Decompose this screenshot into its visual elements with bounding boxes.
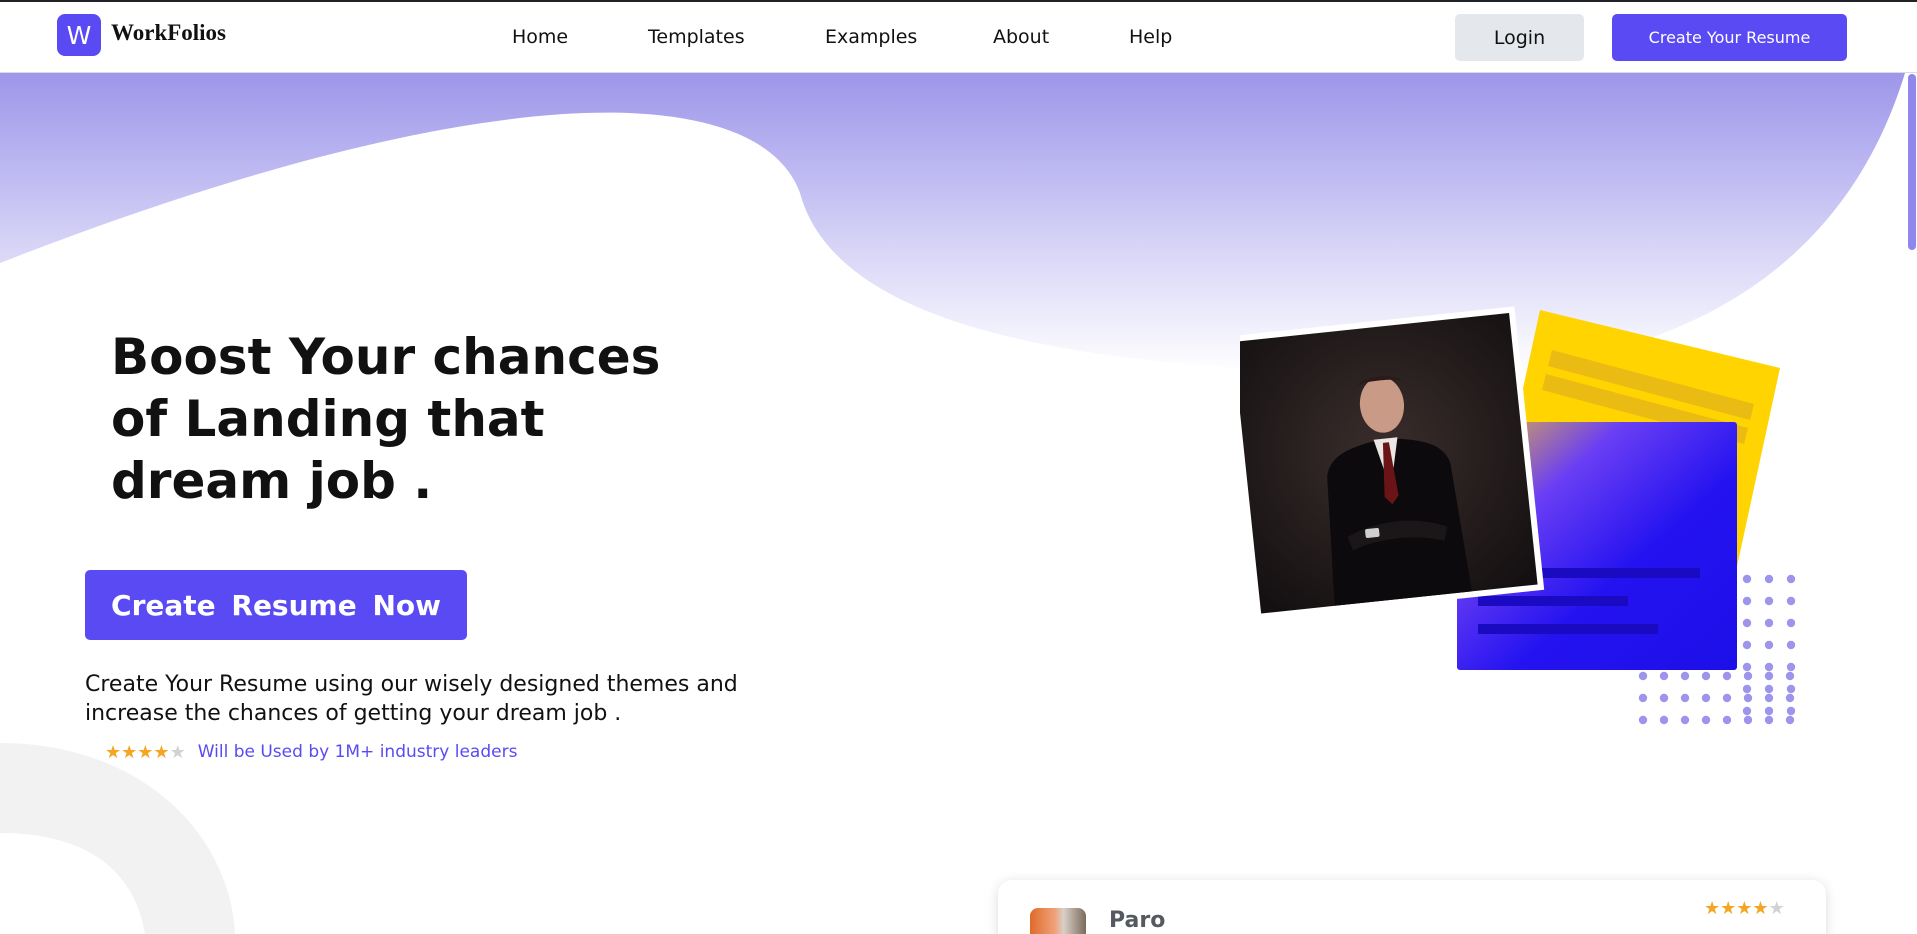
dot bbox=[1785, 693, 1795, 703]
star-filled-icon: ★ bbox=[1752, 898, 1769, 919]
dot bbox=[1638, 715, 1648, 725]
dot bbox=[1785, 715, 1795, 725]
hero-rating: ★★★★★ Will be Used by 1M+ industry leade… bbox=[105, 738, 517, 766]
nav-templates[interactable]: Templates bbox=[648, 26, 745, 48]
dot bbox=[1659, 715, 1669, 725]
dot bbox=[1701, 715, 1711, 725]
testimonial-avatar bbox=[1030, 908, 1086, 934]
dot bbox=[1764, 706, 1774, 716]
star-filled-icon: ★ bbox=[1720, 898, 1737, 919]
nav-examples[interactable]: Examples bbox=[825, 26, 917, 48]
dot bbox=[1701, 693, 1711, 703]
nav-help[interactable]: Help bbox=[1129, 26, 1172, 48]
testimonial-stars-icon: ★★★★★ bbox=[1704, 898, 1785, 919]
dot bbox=[1764, 671, 1774, 681]
dot bbox=[1764, 618, 1774, 628]
star-filled-icon: ★ bbox=[1704, 898, 1721, 919]
dot bbox=[1786, 706, 1796, 716]
star-filled-icon: ★ bbox=[121, 741, 138, 763]
dot bbox=[1638, 671, 1648, 681]
dot bbox=[1764, 574, 1774, 584]
create-resume-now-button[interactable]: Create Resume Now bbox=[85, 570, 467, 640]
dot bbox=[1764, 596, 1774, 606]
logo-badge[interactable]: W bbox=[57, 14, 101, 56]
dot bbox=[1743, 693, 1753, 703]
testimonial-name: Paro bbox=[1109, 908, 1166, 933]
dot bbox=[1680, 671, 1690, 681]
nav-about[interactable]: About bbox=[993, 26, 1049, 48]
rating-text: Will be Used by 1M+ industry leaders bbox=[197, 742, 518, 762]
dot bbox=[1743, 671, 1753, 681]
dot bbox=[1764, 715, 1774, 725]
dot bbox=[1742, 684, 1752, 694]
scrollbar-thumb[interactable] bbox=[1908, 74, 1916, 250]
rating-stars-icon: ★★★★★ bbox=[105, 742, 186, 763]
dot bbox=[1764, 684, 1774, 694]
create-resume-button[interactable]: Create Your Resume bbox=[1612, 14, 1847, 61]
star-filled-icon: ★ bbox=[105, 741, 122, 763]
star-filled-icon: ★ bbox=[137, 741, 154, 763]
hero-subtext: Create Your Resume using our wisely desi… bbox=[85, 672, 738, 726]
dot bbox=[1742, 596, 1752, 606]
dot bbox=[1722, 671, 1732, 681]
nav-home[interactable]: Home bbox=[512, 26, 568, 48]
dot bbox=[1659, 671, 1669, 681]
navbar: W WorkFolios Home Templates Examples Abo… bbox=[0, 2, 1917, 73]
dot bbox=[1764, 693, 1774, 703]
dot bbox=[1742, 574, 1752, 584]
star-empty-icon: ★ bbox=[169, 741, 186, 763]
dot bbox=[1680, 693, 1690, 703]
dot bbox=[1786, 596, 1796, 606]
dot bbox=[1786, 662, 1796, 672]
dot bbox=[1701, 671, 1711, 681]
dot bbox=[1659, 693, 1669, 703]
profile-photo bbox=[1240, 306, 1545, 621]
dot bbox=[1638, 693, 1648, 703]
decor-arc bbox=[0, 743, 235, 934]
brand-name[interactable]: WorkFolios bbox=[111, 20, 226, 46]
star-filled-icon: ★ bbox=[1736, 898, 1753, 919]
dot bbox=[1742, 662, 1752, 672]
dot bbox=[1786, 684, 1796, 694]
hero-illustration bbox=[1240, 306, 1796, 725]
dot bbox=[1742, 640, 1752, 650]
hero-headline: Boost Your chances of Landing that dream… bbox=[111, 328, 661, 510]
testimonial-card: Paro ★★★★★ bbox=[998, 880, 1826, 934]
dot bbox=[1786, 574, 1796, 584]
star-filled-icon: ★ bbox=[153, 741, 170, 763]
page: W WorkFolios Home Templates Examples Abo… bbox=[0, 0, 1917, 934]
dot bbox=[1764, 662, 1774, 672]
dot bbox=[1742, 706, 1752, 716]
dot bbox=[1680, 715, 1690, 725]
dot bbox=[1786, 618, 1796, 628]
dot bbox=[1722, 693, 1732, 703]
dot bbox=[1722, 715, 1732, 725]
dot bbox=[1785, 671, 1795, 681]
login-button[interactable]: Login bbox=[1455, 14, 1584, 61]
dot bbox=[1742, 618, 1752, 628]
star-empty-icon: ★ bbox=[1768, 898, 1785, 919]
dot bbox=[1764, 640, 1774, 650]
dot bbox=[1743, 715, 1753, 725]
dot bbox=[1786, 640, 1796, 650]
